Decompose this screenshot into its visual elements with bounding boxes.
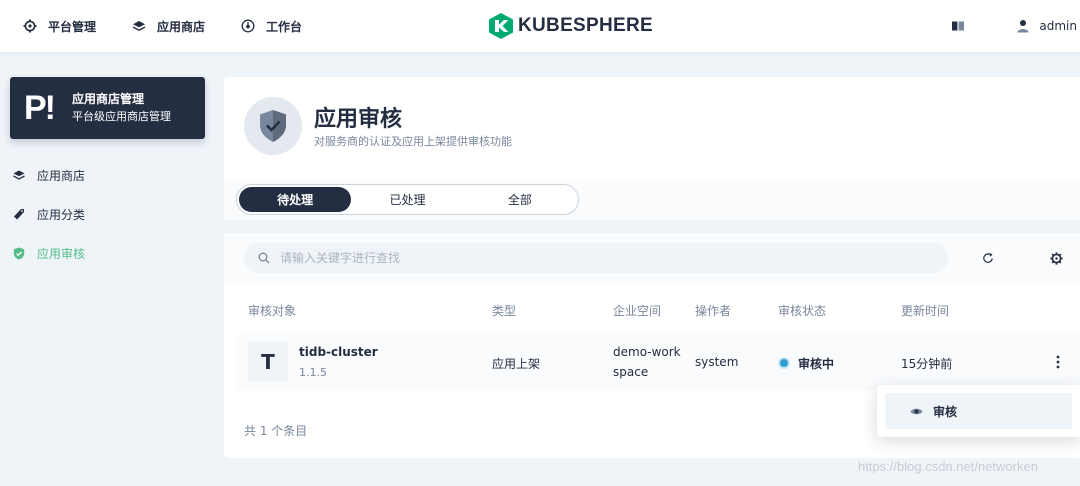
more-actions-button[interactable] (1050, 354, 1066, 370)
sidebar-item-app-review[interactable]: 应用审核 (12, 243, 85, 263)
updated-time: 15分钟前 (901, 357, 953, 371)
workspace-line-2: space (613, 365, 649, 379)
gear-icon (22, 18, 38, 34)
menu-item-review-label: 审核 (933, 404, 958, 419)
search-input[interactable] (280, 251, 880, 265)
layers-icon (131, 18, 147, 34)
operator: system (695, 355, 739, 369)
sidebar-card-subtitle: 平台级应用商店管理 (72, 110, 171, 123)
tag-icon (12, 207, 26, 221)
sidebar-item-app-category[interactable]: 应用分类 (12, 204, 85, 224)
nav-app-store-label: 应用商店 (157, 19, 206, 34)
column-header-review-status[interactable]: 审核状态 (778, 302, 826, 319)
row-actions-dropdown: 审核 (877, 385, 1080, 437)
nav-app-store[interactable]: 应用商店 (131, 0, 205, 52)
column-header-review-object[interactable]: 审核对象 (248, 302, 296, 319)
table-toolbar (224, 233, 1080, 283)
menu-item-review[interactable]: 审核 (885, 393, 1072, 429)
gear-icon (1049, 251, 1063, 265)
review-type: 应用上架 (492, 357, 541, 371)
top-navbar: 平台管理 应用商店 工作台 KUBESPHERE admin (0, 0, 1080, 52)
refresh-icon (982, 252, 994, 264)
search-box (244, 243, 948, 273)
app-store-management-badge: P! (24, 89, 56, 127)
layers-icon (12, 168, 26, 182)
app-review-shield-icon (244, 97, 302, 155)
workspace-line-1: demo-work (613, 345, 681, 359)
nav-platform-management-label: 平台管理 (48, 19, 97, 34)
page-title: 应用审核 (314, 107, 403, 132)
watermark-text: https://blog.csdn.net/networken (858, 459, 1038, 474)
username: admin (1039, 19, 1077, 33)
sidebar-card-title: 应用商店管理 (72, 92, 145, 106)
table-row[interactable]: T tidb-cluster 1.1.5 应用上架 demo-work spac… (236, 334, 1080, 390)
sidebar-item-label: 应用分类 (37, 207, 86, 222)
docs-icon[interactable] (951, 20, 965, 32)
nav-workbench[interactable]: 工作台 (240, 0, 302, 52)
nav-platform-management[interactable]: 平台管理 (22, 0, 96, 52)
tab-processed[interactable]: 已处理 (351, 187, 463, 212)
app-avatar: T (248, 342, 288, 382)
sidebar-item-app-store[interactable]: 应用商店 (12, 165, 85, 185)
sidebar-item-label: 应用审核 (37, 246, 86, 261)
table-settings-button[interactable] (1046, 248, 1066, 268)
logo-text: KUBESPHERE (518, 15, 653, 36)
user-menu[interactable]: admin (1017, 19, 1077, 33)
app-name[interactable]: tidb-cluster (299, 345, 378, 359)
column-header-operator[interactable]: 操作者 (695, 302, 731, 319)
column-header-type[interactable]: 类型 (492, 302, 516, 319)
app-store-management-card: P! 应用商店管理 平台级应用商店管理 (10, 77, 205, 139)
user-icon (1017, 19, 1029, 33)
review-status: 审核中 (798, 357, 835, 371)
sidebar-item-label: 应用商店 (37, 168, 86, 183)
tab-all[interactable]: 全部 (464, 187, 576, 212)
column-header-updated-time[interactable]: 更新时间 (901, 302, 949, 319)
dashboard-icon (240, 18, 256, 34)
more-vertical-icon (1056, 355, 1060, 369)
status-tabs: 待处理 已处理 全部 (236, 184, 579, 215)
kubesphere-logo[interactable]: KUBESPHERE (488, 12, 653, 40)
page-description: 对服务商的认证及应用上架提供审核功能 (314, 135, 512, 148)
total-count: 共 1 个条目 (244, 424, 308, 438)
app-version: 1.1.5 (299, 366, 327, 379)
refresh-button[interactable] (978, 248, 998, 268)
search-icon (258, 252, 270, 264)
tab-pending[interactable]: 待处理 (239, 187, 352, 212)
eye-icon (909, 404, 923, 418)
column-header-workspace[interactable]: 企业空间 (613, 302, 661, 319)
status-dot-icon (780, 359, 788, 367)
nav-workbench-label: 工作台 (266, 19, 303, 34)
kubesphere-logo-mark (489, 13, 513, 39)
shield-icon (12, 246, 26, 260)
page-header: 应用审核 对服务商的认证及应用上架提供审核功能 (224, 77, 1080, 180)
